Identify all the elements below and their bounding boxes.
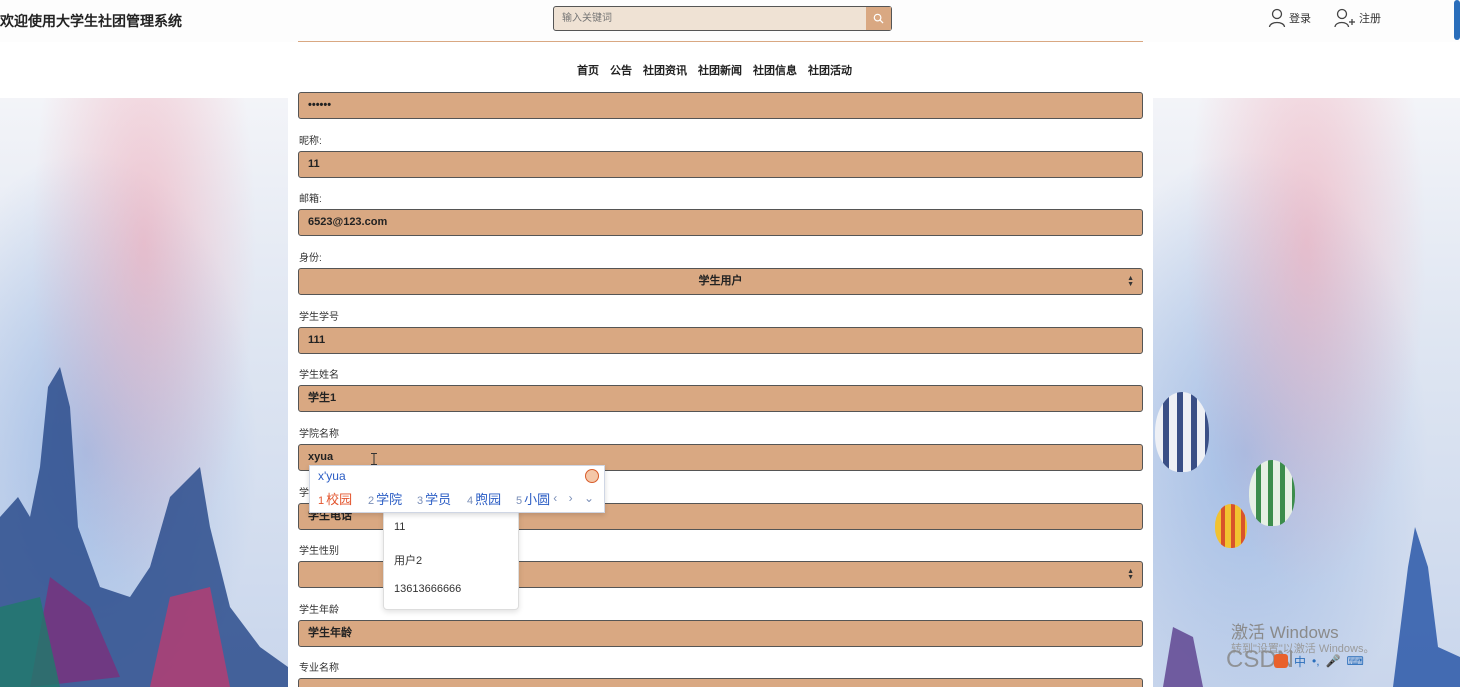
nav-club-news[interactable]: 社团新闻 xyxy=(698,62,742,78)
major-label: 专业名称 xyxy=(299,663,339,674)
role-label: 身份: xyxy=(299,253,322,264)
updown-arrow-icon: ▲ ▼ xyxy=(1127,568,1134,581)
autocomplete-item[interactable]: 用户2 xyxy=(394,552,422,568)
nav-club-activities[interactable]: 社团活动 xyxy=(808,62,852,78)
student-no-field[interactable]: 111 xyxy=(298,327,1143,354)
password-field[interactable]: •••••• xyxy=(298,92,1143,119)
autocomplete-item[interactable]: 11 xyxy=(394,521,405,533)
login-link[interactable]: 登录 xyxy=(1268,8,1311,28)
role-select[interactable]: 学生用户 ▲ ▼ xyxy=(298,268,1143,295)
email-field[interactable]: 6523@123.com xyxy=(298,209,1143,236)
register-link[interactable]: 注册 xyxy=(1334,8,1381,28)
email-label: 邮箱: xyxy=(299,194,322,205)
updown-arrow-icon: ▲ ▼ xyxy=(1127,275,1134,288)
search-button[interactable] xyxy=(866,7,891,30)
nav-home[interactable]: 首页 xyxy=(577,62,599,78)
ime-composition: x'yua xyxy=(318,469,346,483)
background-right xyxy=(1153,98,1460,687)
ime-page-nav[interactable]: ‹ › ⌄ xyxy=(553,491,598,505)
student-name-field[interactable]: 学生1 xyxy=(298,385,1143,412)
major-field[interactable] xyxy=(298,678,1143,687)
nickname-field[interactable]: 11 xyxy=(298,151,1143,178)
text-cursor-icon xyxy=(371,453,377,465)
nav-club-info[interactable]: 社团资讯 xyxy=(643,62,687,78)
autocomplete-item[interactable]: 13613666666 xyxy=(394,583,461,595)
hot-air-balloon-large xyxy=(1155,392,1209,472)
user-icon xyxy=(1268,8,1286,28)
ime-toolbar-punct-icon[interactable]: •, xyxy=(1312,654,1320,668)
college-label: 学院名称 xyxy=(299,429,339,440)
nav-bar: 首页 公告 社团资讯 社团新闻 社团信息 社团活动 xyxy=(0,42,1460,98)
search-icon xyxy=(873,13,884,24)
ime-candidate-popup: x'yua 1 校园 2 学院 3 学员 4 煦园 5 小圆 ‹ › ⌄ xyxy=(309,465,605,513)
gender-label: 学生性别 xyxy=(299,546,339,557)
age-label: 学生年龄 xyxy=(299,605,339,616)
ime-logo-icon xyxy=(585,469,599,483)
ime-candidate[interactable]: 4 煦园 xyxy=(467,489,501,508)
ime-candidate[interactable]: 5 小圆 xyxy=(516,489,550,508)
search-input[interactable] xyxy=(554,7,883,30)
ime-candidate[interactable]: 1 校园 xyxy=(318,489,352,508)
ime-toolbar-mode-icon[interactable]: 中 xyxy=(1294,653,1306,670)
ime-toolbar-keyboard-icon[interactable]: ⌨ xyxy=(1347,654,1364,668)
ime-toolbar-mic-icon[interactable]: 🎤 xyxy=(1326,654,1341,668)
role-select-value: 学生用户 xyxy=(698,275,743,287)
ime-candidate[interactable]: 2 学院 xyxy=(368,489,402,508)
register-label: 注册 xyxy=(1359,13,1381,25)
nav-list: 首页 公告 社团资讯 社团新闻 社团信息 社团活动 xyxy=(577,62,852,78)
student-no-label: 学生学号 xyxy=(299,312,339,323)
login-label: 登录 xyxy=(1289,13,1311,25)
student-phone-label: 学 xyxy=(299,488,309,499)
background-left xyxy=(0,98,288,687)
user-plus-icon xyxy=(1334,8,1355,28)
nav-announcement[interactable]: 公告 xyxy=(610,62,632,78)
site-title: 欢迎使用大学生社团管理系统 xyxy=(0,13,182,29)
ime-toolbar: 中 •, 🎤 ⌨ xyxy=(1274,646,1364,676)
ime-toolbar-logo-icon[interactable] xyxy=(1274,654,1288,668)
page-scrollbar[interactable] xyxy=(1454,0,1460,40)
nav-club-details[interactable]: 社团信息 xyxy=(753,62,797,78)
nickname-label: 昵称: xyxy=(299,136,322,147)
ime-candidate[interactable]: 3 学员 xyxy=(417,489,451,508)
student-name-label: 学生姓名 xyxy=(299,370,339,381)
search-box xyxy=(553,6,892,31)
age-field[interactable]: 学生年龄 xyxy=(298,620,1143,647)
top-bar: 欢迎使用大学生社团管理系统 登录 注册 xyxy=(0,0,1460,43)
crowd-silhouette-left xyxy=(0,367,288,687)
autocomplete-list: 11 用户2 13613666666 xyxy=(383,508,519,610)
